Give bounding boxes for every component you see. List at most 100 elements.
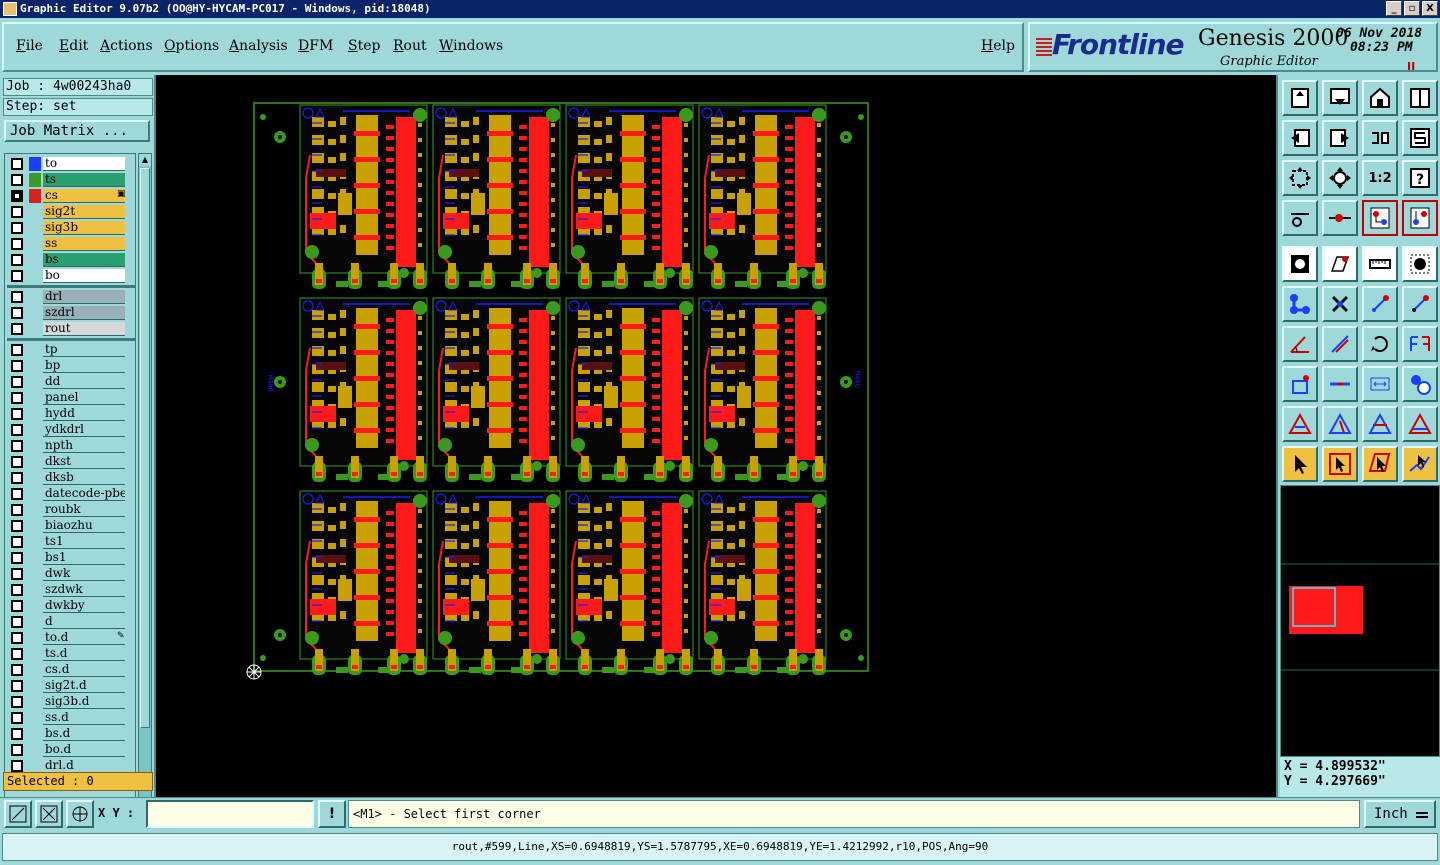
layer-row-dwkby[interactable]: dwkby bbox=[7, 598, 135, 614]
layer-row-dwk[interactable]: dwk bbox=[7, 566, 135, 582]
layer-row-datecode-pbe[interactable]: datecode-pbe bbox=[7, 486, 135, 502]
layer-row-szdwk[interactable]: szdwk bbox=[7, 582, 135, 598]
layer-row-ts-d[interactable]: ts.d bbox=[7, 646, 135, 662]
layer-checkbox[interactable] bbox=[11, 291, 23, 303]
layer-name[interactable]: tp bbox=[43, 343, 125, 357]
layer-checkbox[interactable] bbox=[11, 520, 23, 532]
angle-button[interactable] bbox=[1282, 326, 1318, 362]
layer-row-to-d[interactable]: to.d ✎ bbox=[7, 630, 135, 646]
layer-checkbox[interactable] bbox=[11, 568, 23, 580]
layer-row-sig2t-d[interactable]: sig2t.d bbox=[7, 678, 135, 694]
layer-name[interactable]: bo bbox=[43, 269, 125, 283]
layer-row-ss[interactable]: ss bbox=[7, 236, 135, 252]
ruler-button[interactable] bbox=[1362, 246, 1398, 282]
layer-name[interactable]: to.d bbox=[43, 631, 125, 645]
circles-button[interactable] bbox=[1402, 366, 1438, 402]
layer-checkbox[interactable] bbox=[11, 632, 23, 644]
triangle-c-button[interactable] bbox=[1362, 406, 1398, 442]
layer-row-ts[interactable]: ts bbox=[7, 172, 135, 188]
layer-row-ss-d[interactable]: ss.d bbox=[7, 710, 135, 726]
layer-checkbox[interactable] bbox=[11, 408, 23, 420]
layer-name[interactable]: dwk bbox=[43, 567, 125, 581]
layer-name[interactable]: to bbox=[43, 157, 125, 171]
pads-select-button[interactable] bbox=[1402, 200, 1438, 236]
layer-checkbox[interactable] bbox=[11, 270, 23, 282]
layer-checkbox[interactable] bbox=[11, 424, 23, 436]
s-curve-button[interactable] bbox=[1402, 120, 1438, 156]
layer-name[interactable]: ts1 bbox=[43, 535, 125, 549]
units-select[interactable]: Inch bbox=[1364, 800, 1436, 828]
layer-name[interactable]: ts.d bbox=[43, 647, 125, 661]
layer-name[interactable]: sig2t bbox=[43, 205, 125, 219]
layer-name[interactable]: hydd bbox=[43, 407, 125, 421]
layer-row-panel[interactable]: panel bbox=[7, 390, 135, 406]
layer-row-hydd[interactable]: hydd bbox=[7, 406, 135, 422]
move-point-2-button[interactable] bbox=[1402, 286, 1438, 322]
scroll-thumb[interactable] bbox=[140, 168, 150, 728]
layer-checkbox[interactable] bbox=[11, 680, 23, 692]
snap-button[interactable] bbox=[1282, 246, 1318, 282]
menu-analysis[interactable]: Analysis bbox=[229, 38, 288, 54]
layer-checkbox[interactable] bbox=[11, 376, 23, 388]
move-point-button[interactable] bbox=[1362, 286, 1398, 322]
layer-name[interactable]: biaozhu bbox=[43, 519, 125, 533]
layer-row-sig2t[interactable]: sig2t bbox=[7, 204, 135, 220]
download-button[interactable] bbox=[1322, 80, 1358, 116]
layer-checkbox[interactable] bbox=[11, 552, 23, 564]
layer-row-bp[interactable]: bp bbox=[7, 358, 135, 374]
brush-button[interactable] bbox=[1282, 200, 1318, 236]
scroll-up-icon[interactable]: ▲ bbox=[139, 154, 151, 166]
layer-row-bs[interactable]: bs bbox=[7, 252, 135, 268]
layer-checkbox[interactable] bbox=[11, 254, 23, 266]
layer-name[interactable]: panel bbox=[43, 391, 125, 405]
close-button[interactable]: X bbox=[1422, 1, 1438, 16]
connect-button[interactable] bbox=[1282, 286, 1318, 322]
flip-button[interactable] bbox=[1402, 326, 1438, 362]
layer-name[interactable]: ss bbox=[43, 237, 125, 251]
ratio-button[interactable]: 1:2 bbox=[1362, 160, 1398, 196]
pads-red-button[interactable] bbox=[1362, 200, 1398, 236]
layer-row-biaozhu[interactable]: biaozhu bbox=[7, 518, 135, 534]
pointer-path-button[interactable] bbox=[1402, 446, 1438, 482]
layer-checkbox[interactable] bbox=[11, 744, 23, 756]
layer-row-to[interactable]: to bbox=[7, 156, 135, 172]
layer-row-dd[interactable]: dd bbox=[7, 374, 135, 390]
home-top-button[interactable] bbox=[1282, 80, 1318, 116]
layer-name[interactable]: bs.d bbox=[43, 727, 125, 741]
graphic-canvas[interactable]: M4NG M4NG bbox=[158, 75, 1276, 797]
menu-edit[interactable]: Edit bbox=[59, 38, 88, 54]
pointer-box-button[interactable] bbox=[1322, 446, 1358, 482]
layer-name[interactable]: cs bbox=[43, 189, 125, 203]
maximize-button[interactable]: ▫ bbox=[1404, 1, 1420, 16]
layer-checkbox[interactable] bbox=[11, 440, 23, 452]
cross-button[interactable] bbox=[1322, 286, 1358, 322]
layer-checkbox[interactable] bbox=[11, 360, 23, 372]
layer-row-d[interactable]: d bbox=[7, 614, 135, 630]
alert-button[interactable]: ! bbox=[318, 800, 346, 828]
layer-row-npth[interactable]: npth bbox=[7, 438, 135, 454]
layer-name[interactable]: szdwk bbox=[43, 583, 125, 597]
layer-row-sig3b-d[interactable]: sig3b.d bbox=[7, 694, 135, 710]
layer-row-sig3b[interactable]: sig3b bbox=[7, 220, 135, 236]
menu-options[interactable]: Options bbox=[164, 38, 219, 54]
layer-row-cs[interactable]: cs ▣ bbox=[7, 188, 135, 204]
layer-row-cs-d[interactable]: cs.d bbox=[7, 662, 135, 678]
pointer-shape-button[interactable] bbox=[1362, 446, 1398, 482]
layer-name[interactable]: ts bbox=[43, 173, 125, 187]
measure-shape-button[interactable] bbox=[1322, 246, 1358, 282]
layer-checkbox[interactable] bbox=[11, 174, 23, 186]
layer-name[interactable]: bs bbox=[43, 253, 125, 267]
layer-name[interactable]: dksb bbox=[43, 471, 125, 485]
zoom-box-button[interactable] bbox=[4, 800, 32, 828]
menu-step[interactable]: Step bbox=[348, 38, 380, 54]
layer-row-bs1[interactable]: bs1 bbox=[7, 550, 135, 566]
layer-checkbox[interactable] bbox=[11, 190, 23, 202]
layer-name[interactable]: drl.d bbox=[43, 759, 125, 773]
pcb-panel-view[interactable]: M4NG M4NG bbox=[158, 75, 1276, 797]
export-button[interactable] bbox=[1322, 120, 1358, 156]
menu-help[interactable]: Help bbox=[981, 38, 1015, 54]
layer-name[interactable]: d bbox=[43, 615, 125, 629]
grid-button[interactable] bbox=[66, 800, 94, 828]
layer-checkbox[interactable] bbox=[11, 472, 23, 484]
layer-name[interactable]: dd bbox=[43, 375, 125, 389]
